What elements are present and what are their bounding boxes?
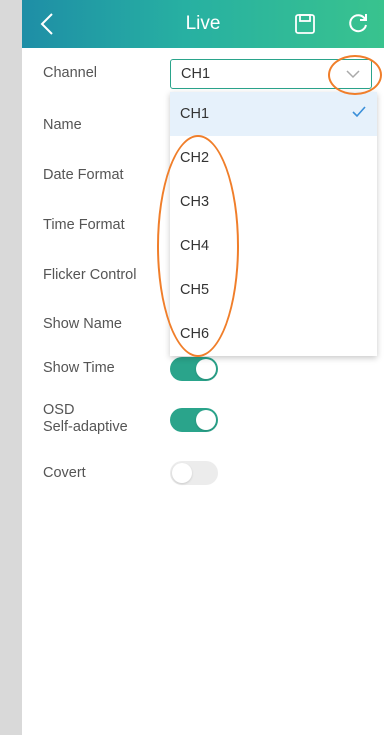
dropdown-option-ch4[interactable]: CH4 [170,224,377,268]
page-title: Live [185,13,221,34]
date-format-label: Date Format [43,167,124,183]
show-time-label: Show Time [43,360,115,376]
dropdown-option-ch6[interactable]: CH6 [170,312,377,356]
dropdown-option-ch2[interactable]: CH2 [170,136,377,180]
toggle-knob [172,463,192,483]
option-label: CH6 [180,326,210,342]
osd-self-adaptive-label: OSD Self-adaptive [43,402,128,436]
save-button[interactable] [294,13,316,35]
option-label: CH5 [180,282,210,298]
dropdown-option-ch1[interactable]: CH1 [170,92,377,136]
channel-select-value: CH1 [181,66,211,82]
top-bar: Live [22,0,384,48]
toggle-knob [196,410,216,430]
osd-label-line2: Self-adaptive [43,419,128,435]
osd-self-adaptive-toggle[interactable] [170,408,218,432]
covert-label: Covert [43,465,86,481]
phone-screen: Live Channel CH1 Name Date Format Time F… [22,0,384,735]
refresh-icon [349,14,367,33]
chevron-down-icon[interactable] [345,68,361,80]
option-label: CH4 [180,238,210,254]
channel-select[interactable]: CH1 [170,59,372,89]
dropdown-option-ch3[interactable]: CH3 [170,180,377,224]
dropdown-option-ch5[interactable]: CH5 [170,268,377,312]
osd-label-line1: OSD [43,402,75,418]
option-label: CH1 [180,106,210,122]
option-label: CH3 [180,194,210,210]
save-icon [295,14,315,34]
flicker-control-label: Flicker Control [43,267,137,283]
channel-dropdown-menu: CH1 CH2 CH3 CH4 CH5 CH6 [170,92,377,356]
refresh-button[interactable] [346,11,370,35]
option-label: CH2 [180,150,210,166]
name-label: Name [43,117,82,133]
show-time-toggle[interactable] [170,357,218,381]
show-name-label: Show Name [43,316,122,332]
covert-toggle[interactable] [170,461,218,485]
channel-label: Channel [43,65,98,81]
check-icon [352,106,366,118]
time-format-label: Time Format [43,217,125,233]
toggle-knob [196,359,216,379]
